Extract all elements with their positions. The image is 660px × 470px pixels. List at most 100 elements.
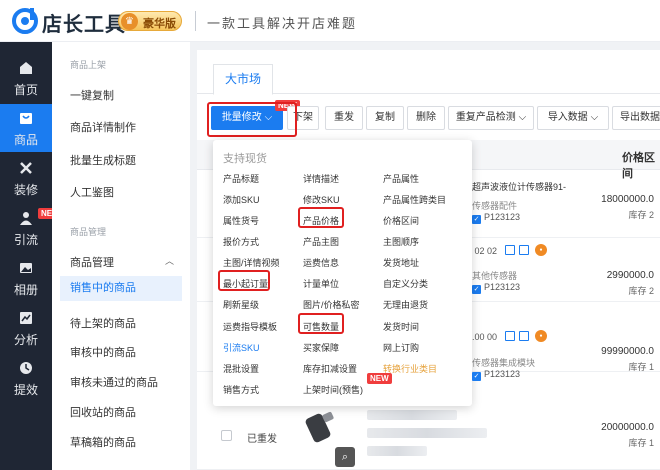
dd-change-category[interactable]: 转换行业类目 — [383, 362, 437, 375]
nav-home[interactable]: 首页 — [0, 54, 52, 102]
left-nav: 首页 商品 装修 引流 NEW 相册 分析 提效 — [0, 42, 63, 470]
nav-traffic-label: 引流 — [13, 233, 38, 247]
dd-price-range[interactable]: 价格区间 — [383, 214, 419, 227]
menu-parent-manage[interactable]: 商品管理 ︿ — [70, 254, 174, 270]
highlight-box-qty — [298, 313, 344, 334]
store-icon[interactable]: ● — [535, 244, 547, 256]
dd-custom-category[interactable]: 自定义分类 — [383, 277, 428, 290]
dd-refresh-star[interactable]: 刷新星级 — [223, 298, 259, 311]
vip-badge: ♛ 豪华版 — [118, 11, 182, 31]
menu-item-drafts[interactable]: 草稿箱的商品 — [70, 434, 136, 450]
dd-main-image[interactable]: 产品主图 — [303, 235, 339, 248]
crown-icon: ♛ — [121, 13, 138, 30]
blurred-title — [367, 428, 487, 438]
product-title: 超声波液位计传感器91- — [472, 182, 567, 192]
row-checkbox[interactable] — [221, 430, 232, 441]
menu-item-recycle[interactable]: 回收站的商品 — [70, 404, 136, 420]
dd-unit[interactable]: 计量单位 — [303, 277, 339, 290]
nav-goods[interactable]: 商品 — [0, 104, 52, 152]
batch-edit-dropdown: 支持现货 产品标题 添加SKU 属性货号 报价方式 主图/详情视频 最小起订量 … — [213, 140, 472, 406]
nav-analysis-label: 分析 — [13, 333, 38, 347]
dd-buyer-protection[interactable]: 买家保障 — [303, 341, 339, 354]
republish-button[interactable]: 重发 — [325, 106, 363, 130]
dd-add-sku[interactable]: 添加SKU — [223, 193, 260, 206]
chevron-down-icon: ⌵ — [518, 112, 527, 123]
blurred-title — [367, 446, 427, 456]
product-price: 2990000.0 — [606, 270, 654, 281]
recheck-button[interactable]: 重复产品检测 ⌵ — [448, 106, 534, 130]
delete-button[interactable]: 删除 — [407, 106, 445, 130]
product-category: 传感器集成模块 — [472, 358, 536, 368]
highlight-box-min-order — [218, 270, 270, 291]
dd-attr-cross-category[interactable]: 产品属性跨类目 — [383, 193, 446, 206]
app-header: 店长工具 ♛ 豪华版 一款工具解决开店难题 — [0, 0, 660, 42]
product-id: ✓ P123123 — [472, 282, 521, 294]
dd-online-order[interactable]: 网上订购 — [383, 341, 419, 354]
traffic-icon — [20, 212, 32, 225]
menu-item-reviewing[interactable]: 审核中的商品 — [70, 344, 136, 360]
dd-attr-sku-no[interactable]: 属性货号 — [223, 214, 259, 227]
export-button[interactable]: 导出数据 — [612, 106, 660, 130]
check-icon: ✓ — [472, 285, 481, 294]
dd-mixed-batch[interactable]: 混批设置 — [223, 362, 259, 375]
dd-stock-deduction[interactable]: 库存扣减设置 — [303, 362, 357, 375]
dd-detail-desc[interactable]: 详情描述 — [303, 172, 339, 185]
nav-efficiency-label: 提效 — [13, 383, 38, 397]
nav-album[interactable]: 相册 — [0, 254, 52, 302]
logo-icon — [12, 8, 38, 34]
chevron-down-icon: ⌵ — [590, 112, 599, 123]
dd-quote-method[interactable]: 报价方式 — [223, 235, 259, 248]
dropdown-header: 支持现货 — [223, 153, 267, 165]
dd-ship-address[interactable]: 发货地址 — [383, 256, 419, 269]
edit-icon[interactable] — [505, 331, 515, 341]
dd-traffic-sku[interactable]: 引流SKU — [223, 341, 260, 354]
table-row[interactable]: 已重发 20000000.0 库存 1 — [197, 400, 660, 470]
menu-item-title-gen[interactable]: 批量生成标题 — [70, 152, 136, 168]
secondary-menu: 商品上架 一键复制 商品详情制作 批量生成标题 人工鉴图 商品管理 商品管理 ︿… — [52, 42, 190, 470]
menu-item-copy[interactable]: 一键复制 — [70, 87, 114, 103]
highlight-box-price — [298, 207, 344, 228]
dd-freight-template[interactable]: 运费指导模板 — [223, 320, 277, 333]
link-icon[interactable] — [519, 331, 529, 341]
nav-traffic[interactable]: 引流 NEW — [0, 204, 63, 252]
check-icon: ✓ — [472, 372, 481, 381]
dd-product-title[interactable]: 产品标题 — [223, 172, 259, 185]
dd-edit-sku[interactable]: 修改SKU — [303, 193, 340, 206]
goods-icon — [20, 113, 32, 124]
dd-listing-time[interactable]: 上架时间(预售) — [303, 383, 363, 396]
dd-freight-info[interactable]: 运费信息 — [303, 256, 339, 269]
album-icon — [20, 263, 32, 273]
zoom-icon[interactable]: ⌕ — [335, 447, 355, 467]
menu-item-image-check[interactable]: 人工鉴图 — [70, 184, 114, 200]
nav-efficiency[interactable]: 提效 — [0, 354, 52, 402]
efficiency-icon — [20, 362, 32, 374]
nav-analysis[interactable]: 分析 — [0, 304, 52, 352]
import-button[interactable]: 导入数据 ⌵ — [537, 106, 609, 130]
dd-image-price-private[interactable]: 图片/价格私密 — [303, 298, 360, 311]
dd-product-attr[interactable]: 产品属性 — [383, 172, 419, 185]
copy-button[interactable]: 复制 — [366, 106, 404, 130]
menu-parent-label: 商品管理 — [70, 257, 114, 269]
dd-main-video[interactable]: 主图/详情视频 — [223, 256, 280, 269]
menu-group-listing: 商品上架 — [70, 60, 107, 70]
check-icon: ✓ — [472, 215, 481, 224]
menu-item-on-sale[interactable]: 销售中的商品 — [60, 276, 182, 301]
store-icon[interactable]: ● — [535, 330, 547, 342]
dd-sale-method[interactable]: 销售方式 — [223, 383, 259, 396]
dd-main-image-order[interactable]: 主图顺序 — [383, 235, 419, 248]
home-icon — [20, 62, 32, 74]
edit-icon[interactable] — [505, 245, 515, 255]
menu-item-detail[interactable]: 商品详情制作 — [70, 119, 136, 135]
menu-item-pending[interactable]: 待上架的商品 — [70, 315, 136, 331]
dd-ship-time[interactable]: 发货时间 — [383, 320, 419, 333]
tab-bar: 大市场 — [197, 50, 660, 95]
menu-item-rejected[interactable]: 审核未通过的商品 — [70, 374, 158, 390]
dd-no-reason-return[interactable]: 无理由退货 — [383, 298, 428, 311]
nav-decorate-label: 装修 — [13, 183, 38, 197]
product-category: 传感器配件 — [472, 201, 518, 211]
product-price: 99990000.0 — [601, 346, 654, 357]
decorate-icon — [20, 162, 32, 174]
tab-market[interactable]: 大市场 — [213, 64, 273, 95]
link-icon[interactable] — [519, 245, 529, 255]
nav-decorate[interactable]: 装修 — [0, 154, 52, 202]
